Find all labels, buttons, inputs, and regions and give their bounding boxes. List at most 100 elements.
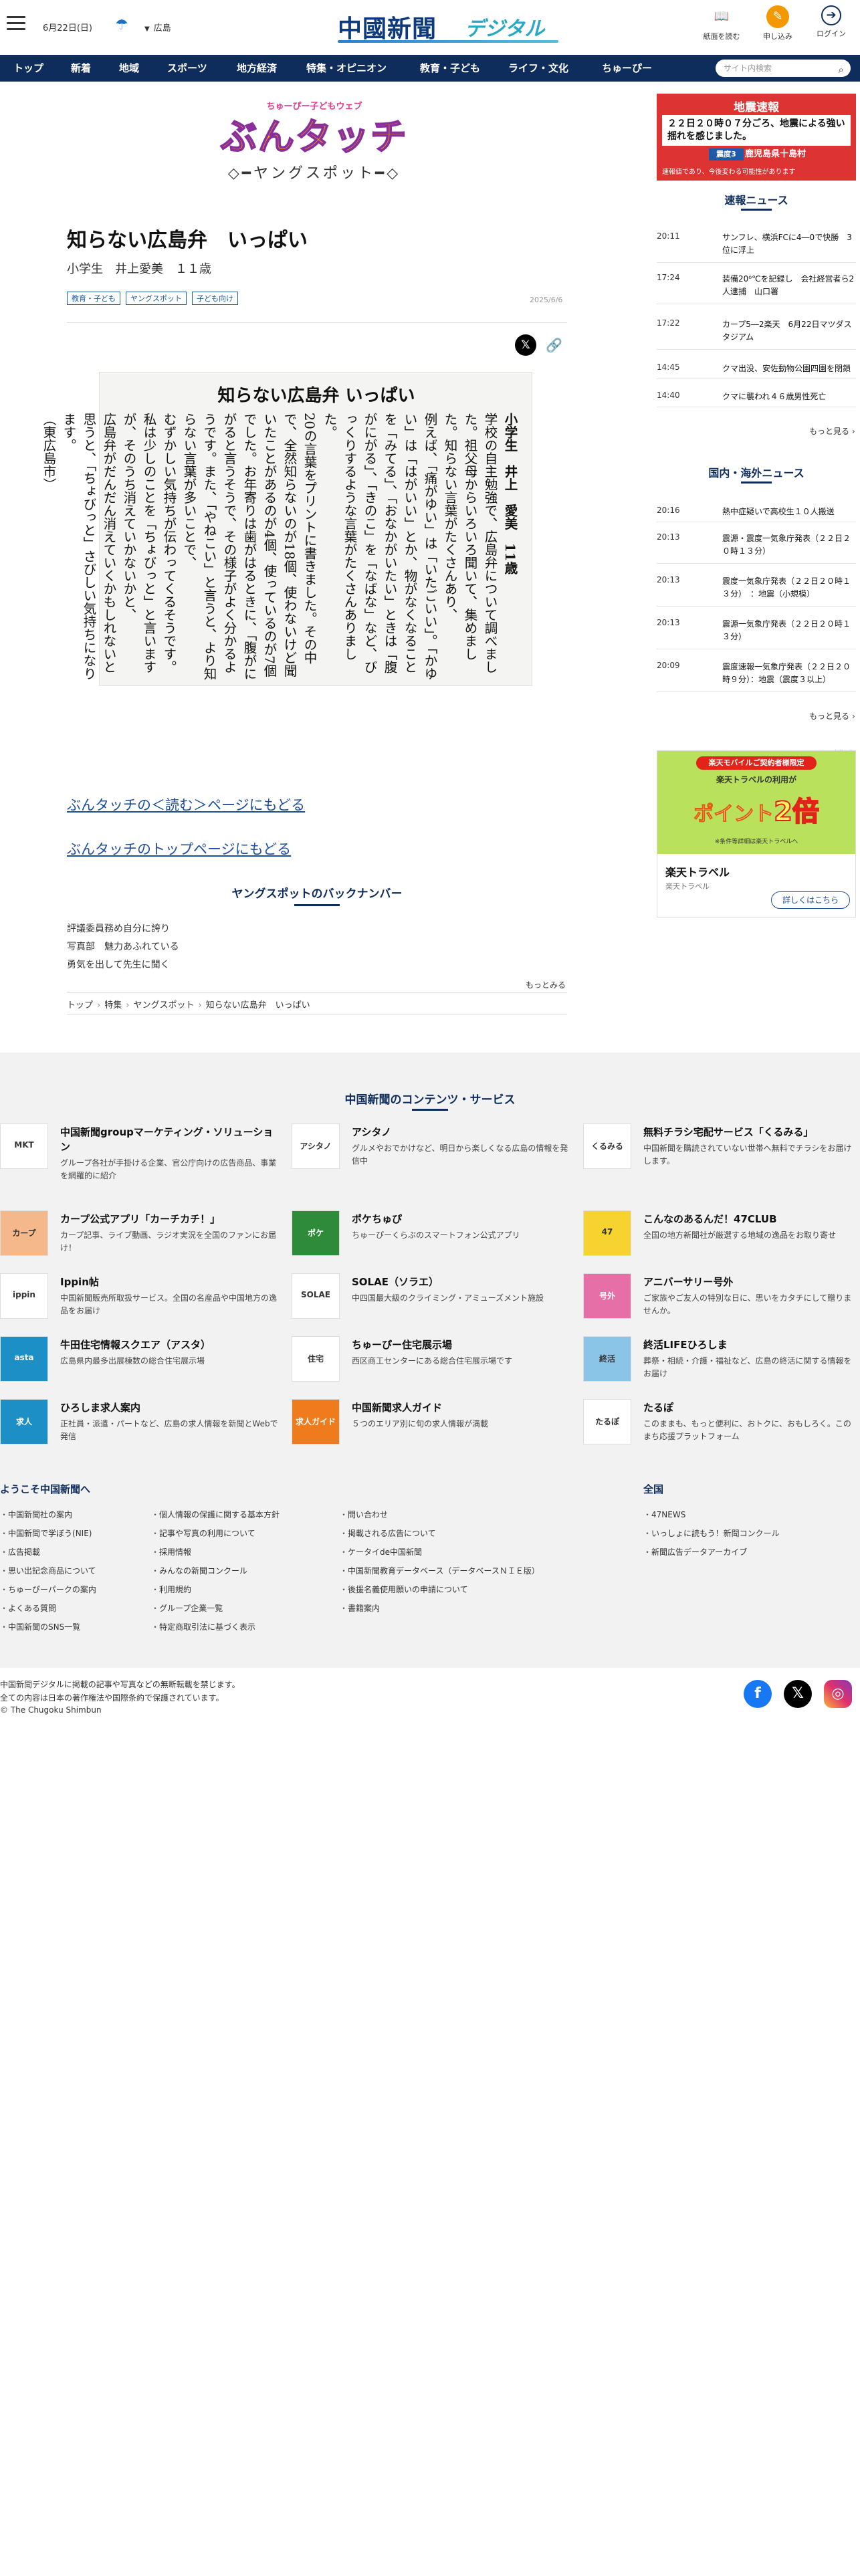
footer-link[interactable]: 47NEWS <box>643 1509 685 1520</box>
backnumber-item[interactable]: 写真部 魅力あふれている <box>67 940 179 953</box>
service-item[interactable]: SOLAE SOLAE（ソラエ） 中四国最大級のクライミング・アミューズメント施設 <box>292 1273 572 1333</box>
footer-link[interactable]: 新聞広告データアーカイブ <box>643 1546 747 1558</box>
nav-chupy[interactable]: ちゅーぴー <box>602 55 652 82</box>
breaking-more-link[interactable]: もっと見る › <box>809 425 855 437</box>
footer-link[interactable]: よくある質問 <box>0 1602 56 1614</box>
footer-link[interactable]: 書籍案内 <box>340 1602 380 1614</box>
nav-life[interactable]: ライフ・文化 <box>508 55 568 82</box>
clipping-paragraph: （東広島市） <box>41 413 56 491</box>
instagram-icon[interactable]: ◎ <box>824 1680 852 1708</box>
service-item[interactable]: 号外 アニバーサリー号外 ご家族やご友人の特別な日に、思いをカタチにして贈りませんか… <box>583 1273 860 1333</box>
footer-link[interactable]: 利用規約 <box>151 1584 191 1595</box>
copyright-note: 中国新聞デジタルに掲載の記事や写真などの無断転載を禁じます。 <box>0 1680 240 1689</box>
copy-link-icon[interactable]: 🔗 <box>546 337 562 353</box>
service-item[interactable]: MKT 中国新聞groupマーケティング・ソリューション グループ各社が手掛ける企業… <box>0 1123 281 1184</box>
footer-link[interactable]: ケータイde中国新聞 <box>340 1546 422 1558</box>
service-name: たるぽ <box>643 1402 674 1414</box>
news-item[interactable]: 20:09 震度速報一気象庁発表（２２日２０時９分）：地震（震度３以上） <box>657 661 856 690</box>
section-underline <box>741 209 772 211</box>
footer-link[interactable]: 中国新聞で学ぼう(NIE) <box>0 1527 92 1539</box>
earthquake-alert-title: 地震速報 <box>734 101 779 114</box>
footer-link[interactable]: 個人情報の保護に関する基本方針 <box>151 1509 280 1520</box>
footer-link[interactable]: 後援名義使用願いの申請について <box>340 1584 468 1595</box>
news-item[interactable]: 14:40 クマに襲われ４６歳男性死亡 <box>657 391 856 407</box>
nav-top[interactable]: トップ <box>13 55 43 82</box>
search-input[interactable]: サイト内検索 ⌕ <box>716 60 851 77</box>
footer-link[interactable]: 中国新聞教育データベース（データベースＮＩＥ版） <box>340 1565 540 1576</box>
breadcrumb-item[interactable]: トップ <box>67 1000 93 1010</box>
news-item[interactable]: 14:45 クマ出没、安佐動物公園四園を閉鎖 <box>657 362 856 379</box>
footer-link[interactable]: いっしょに読もう！新聞コンクール <box>643 1527 780 1539</box>
nav-new[interactable]: 新着 <box>71 55 91 82</box>
ad-banner[interactable]: 楽天モバイルご契約者様限定 楽天トラベルの利用が ポイント2倍 ※条件等詳細は楽… <box>657 750 856 918</box>
service-item[interactable]: ippin Ippin帖 中国新聞販売所取扱サービス。全国の名産品や中国地方の逸品を… <box>0 1273 281 1333</box>
backnumber-title: ヤングスポットのバックナンバー <box>231 887 403 901</box>
footer-link[interactable]: 採用情報 <box>151 1546 191 1558</box>
buntouch-banner[interactable]: ちゅーぴー子どもウェブ ぶんタッチ ◇━ヤングスポット━◇ <box>214 99 415 193</box>
clipping-body: 小学生 井上 愛美 11歳 学校の自主勉強で、広島弁について調べました。祖父母か… <box>38 413 520 680</box>
footer-link[interactable]: グループ企業一覧 <box>151 1602 223 1614</box>
footer-link[interactable]: 中国新聞のSNS一覧 <box>0 1621 80 1632</box>
ad-details-button[interactable]: 詳しくはこちら <box>771 891 850 909</box>
footer-link[interactable]: 中国新聞社の案内 <box>0 1509 72 1520</box>
footer-link[interactable]: 掲載される広告について <box>340 1527 436 1539</box>
ad-pill: 楽天モバイルご契約者様限定 <box>696 756 817 770</box>
menu-icon[interactable] <box>7 16 25 32</box>
tag-for-kids[interactable]: 子ども向け <box>192 292 238 305</box>
subscribe-button[interactable]: ✎ 申し込み <box>754 5 801 41</box>
nav-economy[interactable]: 地方経済 <box>237 55 277 82</box>
clipping-heading: 知らない広島弁 いっぱい <box>217 386 415 406</box>
world-more-link[interactable]: もっと見る › <box>809 710 855 722</box>
breadcrumb-item[interactable]: ヤングスポット <box>133 1000 194 1010</box>
service-name: 中国新聞groupマーケティング・ソリューション <box>60 1126 274 1153</box>
tag-education[interactable]: 教育・子ども <box>67 292 120 305</box>
service-item[interactable]: カープ カープ公式アプリ「カーチカチ！」 カープ記事、ライブ動画、ラジオ実況を全国の… <box>0 1210 281 1271</box>
service-item[interactable]: 47 こんなのあるんだ！47CLUB 全国の地方新聞社が厳選する地域の逸品をお取り寄… <box>583 1210 860 1271</box>
service-item[interactable]: asta 牛田住宅情報スクエア（アスタ） 広島県内最多出展棟数の総合住宅展示場 <box>0 1336 281 1396</box>
more-link[interactable]: もっとみる <box>526 979 566 990</box>
login-button[interactable]: ➔ ログイン <box>808 5 855 39</box>
nav-education[interactable]: 教育・子ども <box>420 55 480 82</box>
service-item[interactable]: くるみる 無料チラシ宅配サービス「くるみる」 中国新聞を購読されていない世帯へ無料で… <box>583 1123 860 1184</box>
service-item[interactable]: 住宅 ちゅーぴー住宅展示場 西区商工センターにある総合住宅展示場です <box>292 1336 572 1396</box>
news-item[interactable]: 20:13 震度一気象庁発表（２２日２０時１３分） ：地震（小規模） <box>657 575 856 605</box>
service-item[interactable]: ポケ ポケちゅぴ ちゅーぴーくらぶのスマートフォン公式アプリ <box>292 1210 572 1271</box>
footer-link[interactable]: 広告掲載 <box>0 1546 40 1558</box>
service-item[interactable]: たるぽ たるぽ このままも、もっと便利に、おトクに、おもしろく。このまち応援プラット… <box>583 1399 860 1459</box>
service-item[interactable]: アシタノ アシタノ グルメやおでかけなど、明日から楽しくなる広島の情報を発信中 <box>292 1123 572 1184</box>
x-icon[interactable]: 𝕏 <box>784 1680 812 1708</box>
news-item[interactable]: 20:11 サンフレ、横浜FCに4―0で快勝 3位に浮上 <box>657 231 856 261</box>
earthquake-alert[interactable]: 地震速報 ２２日２０時０７分ごろ、地震による強い揺れを感じました。 震度3 鹿児… <box>657 94 856 181</box>
tag-young-spot[interactable]: ヤングスポット <box>126 292 187 305</box>
footer-link[interactable]: 記事や写真の利用について <box>151 1527 255 1539</box>
news-item[interactable]: 20:13 震源一気象庁発表（２２日２０時１３分） <box>657 618 856 647</box>
back-to-read-page-link[interactable]: ぶんタッチの＜読む＞ページにもどる <box>67 794 305 815</box>
national-title: 全国 <box>643 1483 664 1495</box>
nav-feature[interactable]: 特集・オピニオン <box>306 55 387 82</box>
footer-link[interactable]: 問い合わせ <box>340 1509 388 1520</box>
breadcrumb-item[interactable]: 特集 <box>104 1000 122 1010</box>
news-item[interactable]: 17:22 カープ5―2楽天 6月22日マツダスタジアム <box>657 318 856 348</box>
site-logo[interactable]: 中國新聞 デジタル <box>338 8 558 43</box>
footer-link[interactable]: みんなの新聞コンクール <box>151 1565 247 1576</box>
service-item[interactable]: 終活 終活LIFEひろしま 葬祭・相続・介護・福祉など、広島の終活に関する情報をお届… <box>583 1336 860 1396</box>
nav-sports[interactable]: スポーツ <box>167 55 207 82</box>
share-x-button[interactable]: 𝕏 <box>515 334 536 356</box>
back-to-top-page-link[interactable]: ぶんタッチのトップページにもどる <box>67 839 291 859</box>
backnumber-underline <box>294 904 340 906</box>
service-item[interactable]: 求人ガイド 中国新聞求人ガイド ５つのエリア別に旬の求人情報が満載 <box>292 1399 572 1459</box>
backnumber-item[interactable]: 評議委員務め自分に誇り <box>67 922 170 935</box>
facebook-icon[interactable]: f <box>744 1680 772 1708</box>
read-paper-button[interactable]: 📖 紙面を読む <box>698 5 745 41</box>
news-item[interactable]: 20:16 熱中症疑いで高校生１０人搬送 <box>657 506 856 522</box>
service-item[interactable]: 求人 ひろしま求人案内 正社員・派遣・パートなど、広島の求人情報を新聞とWebで発信 <box>0 1399 281 1459</box>
nav-region[interactable]: 地域 <box>119 55 139 82</box>
backnumber-item[interactable]: 勇気を出して先生に聞く <box>67 958 170 971</box>
footer-link[interactable]: ちゅーぴーパークの案内 <box>0 1584 96 1595</box>
footer-link[interactable]: 特定商取引法に基づく表示 <box>151 1621 255 1632</box>
search-icon[interactable]: ⌕ <box>839 61 844 78</box>
news-item[interactable]: 17:24 装備20⁰℃を記録し 会社経営者ら2人逮捕 山口署 <box>657 273 856 302</box>
news-item[interactable]: 20:13 震源・震度一気象庁発表（２２日２０時１３分） <box>657 532 856 562</box>
footer-link[interactable]: 思い出記念商品について <box>0 1565 96 1576</box>
location-select[interactable]: ▼ 広島 <box>144 21 171 33</box>
